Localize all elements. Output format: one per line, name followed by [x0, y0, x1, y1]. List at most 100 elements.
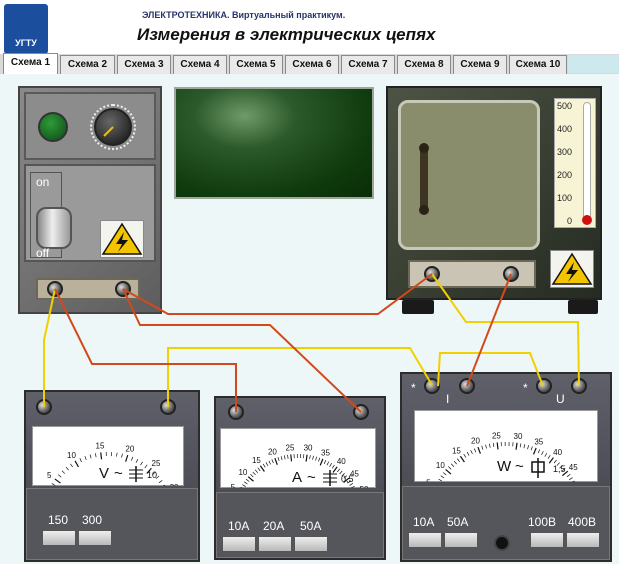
wattmeter-ac-mark: ~: [515, 458, 524, 475]
ammeter-range-20a-label: 20A: [263, 519, 285, 533]
voltmeter-tick: [95, 453, 97, 458]
ammeter-tick: [265, 462, 269, 466]
ammeter-range-20a-button[interactable]: [258, 536, 292, 552]
wattmeter-tick: [438, 478, 443, 482]
wattmeter-tick: [523, 444, 526, 449]
ammeter-tick: [309, 455, 311, 460]
lightning-warning-icon: [101, 222, 143, 255]
wattmeter-scale-label: 50: [580, 481, 589, 482]
ammeter-tick: [252, 471, 256, 476]
voltmeter-tick: [100, 452, 103, 460]
voltmeter-tick: [158, 480, 163, 484]
thermo-tick-0: 0: [567, 216, 573, 226]
ammeter-tick: [242, 484, 246, 487]
ammeter-terminal-right[interactable]: [353, 404, 369, 420]
ammeter-scale-label: 30: [304, 444, 313, 453]
tab-scheme-7[interactable]: Схема 7: [341, 55, 395, 74]
thermometer-bulb: [582, 215, 592, 225]
wattmeter-current-star: *: [411, 381, 416, 395]
logo-text: УГТУ: [15, 38, 37, 48]
wattmeter-range-50a-button[interactable]: [444, 532, 478, 548]
knob-pointer-icon: [103, 126, 114, 137]
tab-scheme-9[interactable]: Схема 9: [453, 55, 507, 74]
ammeter-tick: [259, 465, 265, 472]
voltmeter-terminal-left[interactable]: [36, 399, 52, 415]
oscilloscope-screen: [174, 87, 374, 199]
voltmeter-scale-label: 15: [96, 441, 105, 450]
tab-scheme-4[interactable]: Схема 4: [173, 55, 227, 74]
voltmeter-tick: [65, 466, 69, 471]
wattmeter-scale-label: 40: [553, 448, 562, 457]
voltmeter-tick: [125, 454, 129, 462]
wattmeter-tick: [456, 458, 460, 462]
wattmeter-range-400b-label: 400B: [568, 515, 597, 529]
ammeter-tick: [254, 469, 259, 474]
ammeter-tick: [283, 455, 286, 460]
wattmeter-tick: [440, 475, 445, 479]
ammeter-tick: [315, 456, 318, 461]
tab-scheme-3[interactable]: Схема 3: [117, 55, 171, 74]
ammeter-ac-mark: ~: [307, 469, 316, 486]
wattmeter-tick: [453, 460, 457, 465]
ammeter-tick: [305, 454, 308, 462]
power-indicator-led: [38, 112, 68, 142]
oven-terminal-left[interactable]: [424, 266, 440, 282]
oven-terminal-right[interactable]: [503, 266, 519, 282]
voltmeter-range-300-button[interactable]: [78, 530, 112, 546]
wattmeter-scale-label: 5: [426, 479, 431, 482]
power-toggle-switch[interactable]: [36, 207, 72, 249]
course-subtitle: ЭЛЕКТРОТЕХНИКА. Виртуальный практикум.: [142, 10, 346, 20]
wattmeter-voltage-terminal-star[interactable]: [536, 378, 552, 394]
voltmeter-terminal-right[interactable]: [160, 399, 176, 415]
wattmeter-current-terminal[interactable]: [459, 378, 475, 394]
wattmeter-tick: [445, 469, 452, 475]
ammeter-scale-label: 20: [268, 448, 277, 457]
wattmeter-scale-label: 35: [534, 437, 543, 446]
tab-scheme-6[interactable]: Схема 6: [285, 55, 339, 74]
thermo-tick-100: 100: [557, 193, 573, 203]
wattmeter-range-100b-label: 100B: [528, 515, 557, 529]
voltmeter-tick: [116, 452, 118, 457]
ammeter-scale-label: 40: [337, 457, 346, 466]
wattmeter-tick: [489, 443, 491, 448]
wattmeter-tick: [496, 442, 499, 450]
voltmeter-range-150-button[interactable]: [42, 530, 76, 546]
switch-off-label: off: [36, 246, 50, 260]
wattmeter-tick: [541, 451, 544, 455]
tab-scheme-5[interactable]: Схема 5: [229, 55, 283, 74]
tab-scheme-2[interactable]: Схема 2: [60, 55, 115, 74]
wattmeter-zero-adjust-knob[interactable]: [494, 535, 510, 551]
supply-terminal-right[interactable]: [115, 281, 131, 297]
wattmeter-range-400b-button[interactable]: [566, 532, 600, 548]
wattmeter-range-100b-button[interactable]: [530, 532, 564, 548]
wattmeter-voltage-star: *: [523, 381, 528, 395]
wattmeter-tick: [450, 463, 455, 467]
wattmeter-tick: [481, 445, 484, 450]
wattmeter-voltage-terminal[interactable]: [571, 378, 587, 394]
switch-on-label: on: [36, 175, 50, 189]
tab-scheme-1[interactable]: Схема 1: [3, 53, 58, 74]
wattmeter-current-terminal-star[interactable]: [424, 378, 440, 394]
wattmeter-tick: [569, 477, 573, 481]
wattmeter-symbol: W: [497, 458, 512, 475]
ammeter-terminal-left[interactable]: [228, 404, 244, 420]
wattmeter-scale-label: 30: [514, 432, 523, 441]
voltmeter-tick: [121, 453, 123, 458]
ammeter-tick: [329, 463, 332, 467]
ammeter-scale-label: 50: [360, 485, 369, 488]
wattmeter-tick: [492, 442, 495, 448]
ammeter-range-10a-button[interactable]: [222, 536, 256, 552]
wattmeter-voltage-label: U: [556, 392, 565, 406]
ammeter-tick: [274, 457, 278, 465]
thermo-tick-400: 400: [557, 124, 573, 134]
wattmeter-range-10a-button[interactable]: [408, 532, 442, 548]
ammeter-scale-label: 5: [231, 483, 236, 488]
wattmeter-tick: [477, 446, 481, 454]
voltmeter-tick: [135, 458, 139, 463]
ammeter-range-50a-button[interactable]: [294, 536, 328, 552]
supply-terminal-left[interactable]: [47, 281, 63, 297]
tab-scheme-10[interactable]: Схема 10: [509, 55, 567, 74]
tab-scheme-8[interactable]: Схема 8: [397, 55, 451, 74]
ammeter-tick: [326, 461, 330, 466]
wattmeter-tick: [532, 447, 537, 455]
